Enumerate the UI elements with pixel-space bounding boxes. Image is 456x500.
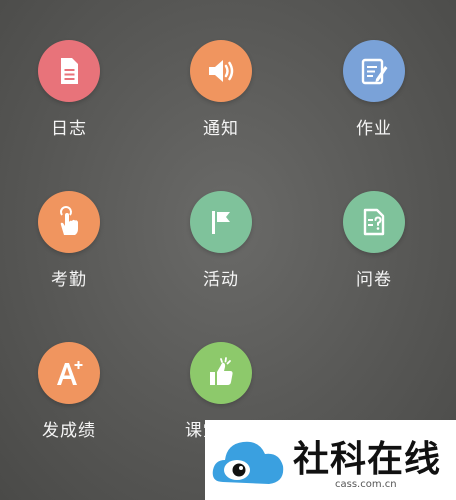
attendance-button[interactable]: [38, 191, 100, 253]
homework-button[interactable]: [343, 40, 405, 102]
flag-icon: [212, 211, 230, 234]
menu-item-label: 活动: [203, 270, 239, 290]
menu-item-label: 考勤: [51, 270, 87, 290]
menu-item-label: 日志: [51, 119, 87, 139]
survey-button[interactable]: [343, 191, 405, 253]
menu-item-grades[interactable]: 发成绩: [9, 342, 129, 462]
speaker-icon: [209, 60, 234, 82]
thumbs-up-icon: [210, 357, 233, 385]
edit-note-icon: [361, 58, 388, 85]
performance-button[interactable]: [190, 342, 252, 404]
menu-item-notice[interactable]: 通知: [161, 40, 281, 160]
menu-item-log[interactable]: 日志: [9, 40, 129, 160]
menu-item-label: 通知: [203, 119, 239, 139]
menu-item-label: 问卷: [356, 270, 392, 290]
menu-item-attendance[interactable]: 考勤: [9, 191, 129, 311]
watermark-subtitle: cass.com.cn: [335, 479, 397, 490]
activity-button[interactable]: [190, 191, 252, 253]
questionnaire-icon: [363, 208, 385, 236]
menu-item-label: 发成绩: [42, 421, 96, 441]
log-button[interactable]: [38, 40, 100, 102]
menu-item-survey[interactable]: 问卷: [314, 191, 434, 311]
grades-button[interactable]: [38, 342, 100, 404]
cloud-logo-icon: [212, 441, 284, 484]
watermark-title: 社科在线: [293, 439, 442, 480]
watermark: 社科在线 cass.com.cn: [205, 420, 456, 500]
menu-item-label: 作业: [356, 119, 392, 139]
document-icon: [61, 58, 78, 84]
hand-tap-icon: [60, 206, 78, 235]
grade-plus-icon: [57, 361, 83, 385]
menu-item-homework[interactable]: 作业: [314, 40, 434, 160]
menu-item-activity[interactable]: 活动: [161, 191, 281, 311]
notice-button[interactable]: [190, 40, 252, 102]
